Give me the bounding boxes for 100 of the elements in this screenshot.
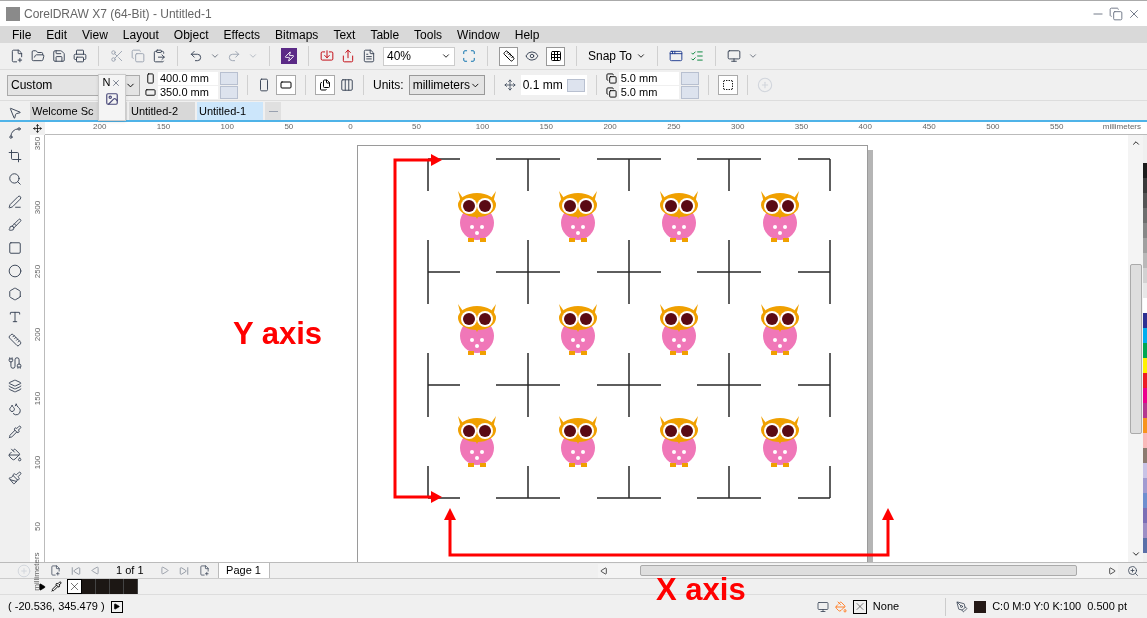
page-tab[interactable]: Page 1 — [217, 562, 270, 579]
scroll-right-icon[interactable] — [1108, 566, 1116, 575]
brush-icon[interactable] — [8, 218, 22, 232]
duplicate-y-field[interactable]: 5.0 mm — [618, 85, 679, 99]
menu-item[interactable]: Edit — [46, 28, 68, 41]
palette-swatch[interactable] — [1143, 268, 1147, 283]
scissors-icon[interactable] — [110, 49, 124, 63]
monitor-icon[interactable] — [726, 49, 741, 63]
palette-swatch[interactable] — [1143, 298, 1147, 313]
guidelines-toggle[interactable] — [546, 46, 565, 66]
rulers-toggle[interactable] — [499, 46, 518, 66]
undo-icon[interactable] — [189, 49, 203, 63]
menu-item[interactable]: File — [12, 28, 32, 41]
nudge-field[interactable]: 0.1 mm — [520, 75, 587, 95]
ruler-origin-icon[interactable] — [33, 124, 42, 133]
menu-item[interactable]: Help — [514, 28, 540, 41]
menu-item[interactable]: Tools — [414, 28, 443, 41]
dimension-icon[interactable] — [8, 333, 22, 347]
caret-icon[interactable] — [441, 51, 451, 61]
palette-swatch[interactable] — [1143, 418, 1147, 433]
import-icon[interactable] — [320, 49, 334, 63]
pen-nib-icon[interactable] — [956, 600, 969, 613]
palette-swatch[interactable] — [1143, 493, 1147, 508]
restore-icon[interactable] — [1109, 6, 1123, 21]
polygon-icon[interactable] — [8, 287, 22, 301]
zoom-icon[interactable] — [1126, 564, 1139, 577]
grid-icon[interactable] — [549, 50, 562, 62]
palette-swatch[interactable] — [1143, 478, 1147, 493]
ellipse-icon[interactable] — [8, 264, 22, 278]
palette-swatch[interactable] — [1143, 373, 1147, 388]
launcher-icon[interactable] — [281, 48, 297, 64]
color-swatch[interactable] — [124, 579, 138, 594]
freehand-icon[interactable] — [8, 195, 22, 209]
last-page-icon[interactable] — [178, 565, 189, 576]
fill-icon[interactable] — [8, 448, 22, 462]
eyedropper-icon[interactable] — [51, 581, 62, 592]
first-page-icon[interactable] — [71, 565, 81, 576]
palette-swatch[interactable] — [1143, 388, 1147, 403]
palette-menu-icon[interactable] — [38, 582, 46, 591]
menu-item[interactable]: Bitmaps — [275, 28, 319, 41]
palette-swatch[interactable] — [1143, 193, 1147, 208]
add-page-icon[interactable] — [50, 565, 61, 576]
menu-item[interactable]: Layout — [122, 28, 159, 41]
image-icon[interactable] — [105, 92, 119, 106]
zoom-icon[interactable] — [8, 172, 22, 186]
menu-item[interactable]: Effects — [223, 28, 260, 41]
crop-icon[interactable] — [8, 149, 22, 163]
checklist-icon[interactable] — [689, 49, 704, 63]
menu-item[interactable]: Window — [457, 28, 500, 41]
text-tool-icon[interactable] — [8, 310, 22, 324]
palette-swatch[interactable] — [1143, 223, 1147, 238]
scroll-thumb[interactable] — [1129, 263, 1142, 434]
monitor-icon[interactable] — [816, 600, 829, 613]
eyedropper-icon[interactable] — [8, 425, 22, 439]
palette-swatch[interactable] — [1143, 403, 1147, 418]
scroll-left-icon[interactable] — [600, 566, 608, 575]
color-swatch[interactable] — [82, 579, 96, 594]
close-icon[interactable] — [111, 77, 122, 88]
window-icon[interactable] — [668, 49, 683, 63]
scroll-up-icon[interactable] — [1130, 138, 1141, 148]
palette-swatch[interactable] — [1143, 358, 1147, 373]
paste-icon[interactable] — [152, 49, 166, 63]
palette-swatch[interactable] — [1143, 313, 1147, 328]
palette-swatch[interactable] — [1143, 163, 1147, 178]
scroll-thumb[interactable] — [639, 565, 1077, 576]
vertical-scrollbar[interactable] — [1128, 135, 1143, 562]
palette-swatch[interactable] — [1143, 448, 1147, 463]
nudge-icon[interactable] — [503, 79, 516, 91]
eye-icon[interactable] — [525, 49, 539, 63]
scroll-down-icon[interactable] — [1130, 549, 1141, 559]
no-color-swatch[interactable] — [67, 579, 82, 594]
snap-to-button[interactable]: Snap To — [588, 47, 646, 65]
menu-item[interactable]: Table — [370, 28, 400, 41]
document-tab[interactable]: Untitled-1 — [197, 102, 263, 120]
horizontal-scrollbar[interactable] — [598, 563, 1118, 578]
connector-icon[interactable] — [8, 356, 22, 370]
add-page-icon[interactable] — [198, 565, 210, 576]
rectangle-icon[interactable] — [8, 241, 22, 255]
menu-item[interactable]: View — [82, 28, 108, 41]
palette-swatch[interactable] — [1143, 433, 1147, 448]
expand-button[interactable] — [110, 600, 123, 613]
menu-item[interactable]: Object — [173, 28, 209, 41]
folder-icon[interactable] — [31, 49, 45, 63]
palette-swatch[interactable] — [1143, 283, 1147, 298]
palette-swatch[interactable] — [1143, 463, 1147, 478]
zoom-combo[interactable]: 40% — [383, 46, 455, 66]
palette-swatch[interactable] — [1143, 538, 1147, 553]
caret-icon[interactable] — [635, 51, 646, 61]
duplicate-x-field[interactable]: 5.0 mm — [618, 71, 679, 85]
palette-swatch[interactable] — [1143, 523, 1147, 538]
palette-swatch[interactable] — [1143, 328, 1147, 343]
shape-tool-icon[interactable] — [8, 126, 22, 140]
palette-swatch[interactable] — [1143, 208, 1147, 223]
color-swatch[interactable] — [110, 579, 124, 594]
document-tab[interactable]: Untitled-2 — [129, 102, 195, 120]
width-field[interactable]: 400.0 mm — [158, 71, 218, 85]
height-field[interactable]: 350.0 mm — [158, 85, 218, 99]
save-icon[interactable] — [52, 49, 66, 63]
print-icon[interactable] — [73, 49, 87, 63]
palette-swatch[interactable] — [1143, 508, 1147, 523]
